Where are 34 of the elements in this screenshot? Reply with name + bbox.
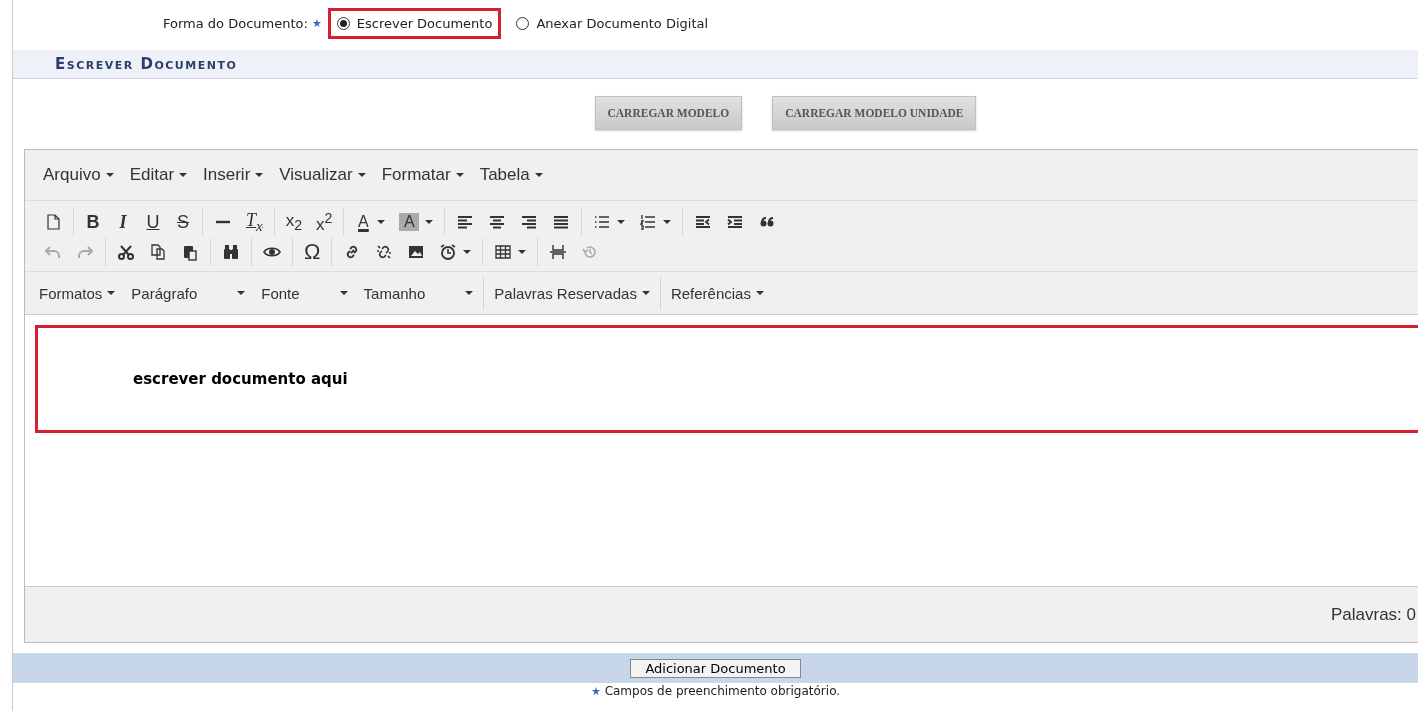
section-header: Escrever Documento [13, 50, 1418, 79]
menu-item[interactable]: Referências [662, 280, 772, 306]
add-document-button[interactable]: Adicionar Documento [630, 658, 801, 678]
italic-button[interactable]: I [108, 209, 138, 235]
subscript-button[interactable]: x$_{2}$ [278, 209, 310, 235]
menu-item[interactable]: Arquivo [35, 161, 122, 189]
field-label: Forma do Documento: [163, 15, 308, 31]
footnote-text: Campos de preenchimento obrigatório. [604, 684, 841, 698]
load-template-button[interactable]: CARREGAR MODELO UNIDADE [772, 96, 977, 130]
special-character-button[interactable]: Ω [297, 239, 328, 265]
underline-button[interactable]: U [138, 209, 168, 235]
required-mark: ★ [590, 685, 601, 698]
load-template-button[interactable]: CARREGAR MODELO [594, 96, 743, 130]
document-text: escrever documento aqui [133, 370, 348, 388]
strikethrough-button[interactable]: S [168, 209, 198, 235]
dropdown-select[interactable]: Parágrafo [123, 280, 254, 306]
menu-item[interactable]: Editar [121, 161, 196, 189]
clear-format-button[interactable]: T$_{x}$ [239, 209, 270, 235]
required-mark: ★ [311, 16, 322, 30]
radio-label[interactable]: Anexar Documento Digital [536, 15, 709, 31]
menu-item[interactable]: Visualizar [271, 161, 374, 189]
menu-item[interactable]: Formatar [373, 161, 472, 189]
text-color-button[interactable]: A [348, 209, 393, 235]
menu-item[interactable]: Formatos [31, 280, 124, 306]
menu-item[interactable]: Palavras Reservadas [486, 280, 658, 306]
dropdown-select[interactable]: Tamanho [355, 280, 482, 306]
bold-button[interactable]: B [78, 209, 108, 235]
menu-item[interactable]: Tabela [471, 161, 551, 189]
background-color-button[interactable]: A [392, 209, 441, 235]
superscript-button[interactable]: x$^{2}$ [309, 209, 340, 235]
editor-area[interactable]: escrever documento aqui [25, 315, 1418, 587]
dropdown-select[interactable]: Fonte [253, 280, 356, 306]
menu-item[interactable]: Inserir [195, 161, 272, 189]
word-count: Palavras: 0 [1330, 604, 1416, 625]
